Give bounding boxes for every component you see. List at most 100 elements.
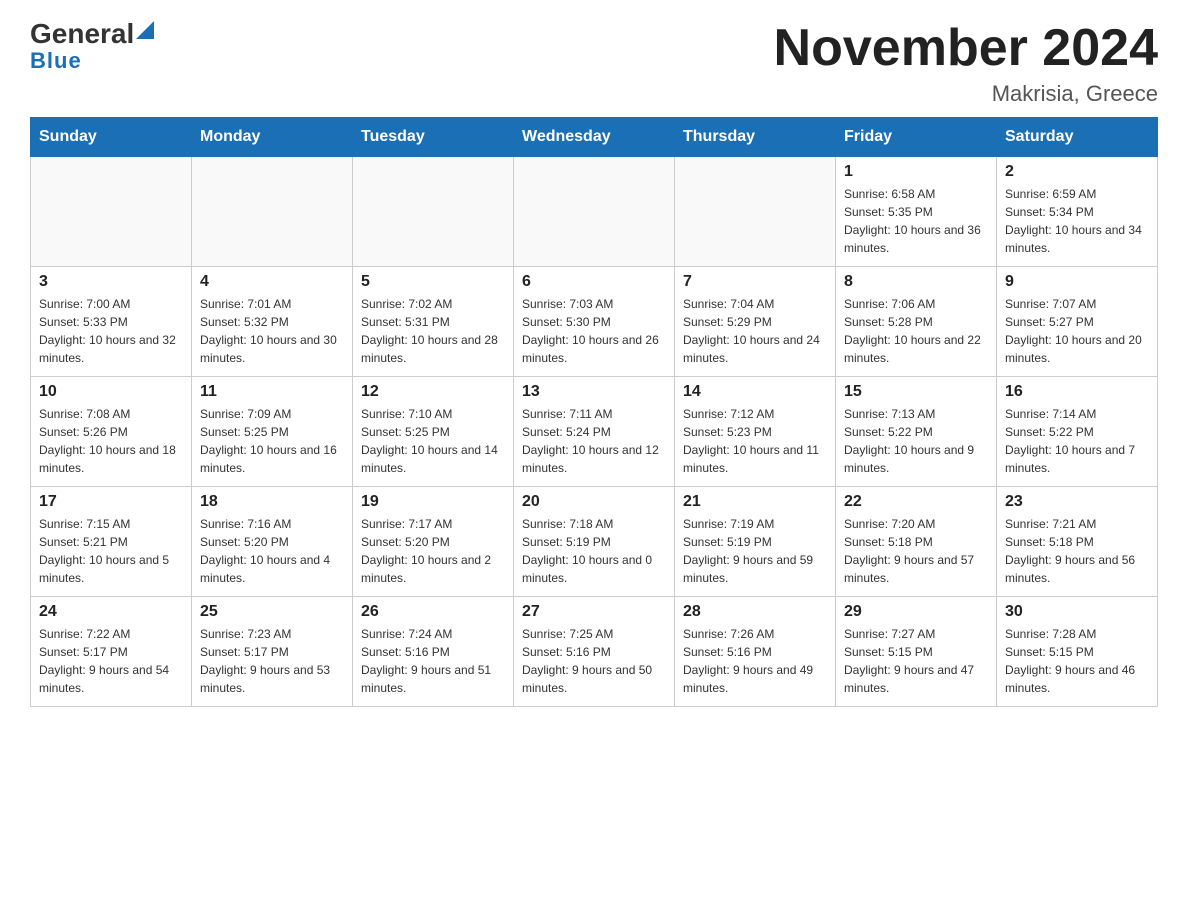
day-info: Sunrise: 6:58 AMSunset: 5:35 PMDaylight:… xyxy=(844,185,988,257)
day-number: 17 xyxy=(39,493,183,511)
day-info: Sunrise: 7:24 AMSunset: 5:16 PMDaylight:… xyxy=(361,625,505,697)
calendar-cell: 1 Sunrise: 6:58 AMSunset: 5:35 PMDaylight… xyxy=(836,157,997,267)
day-number: 1 xyxy=(844,163,988,181)
day-info: Sunrise: 7:13 AMSunset: 5:22 PMDaylight:… xyxy=(844,405,988,477)
day-of-week-friday: Friday xyxy=(836,118,997,157)
calendar-cell xyxy=(675,157,836,267)
calendar-header-row: SundayMondayTuesdayWednesdayThursdayFrid… xyxy=(31,118,1158,157)
day-number: 21 xyxy=(683,493,827,511)
calendar-cell xyxy=(192,157,353,267)
calendar-cell: 11 Sunrise: 7:09 AMSunset: 5:25 PMDayligh… xyxy=(192,377,353,487)
calendar-cell: 24Sunrise: 7:22 AMSunset: 5:17 PMDayligh… xyxy=(31,597,192,707)
day-info: Sunrise: 7:02 AMSunset: 5:31 PMDaylight:… xyxy=(361,295,505,367)
calendar-cell: 22 Sunrise: 7:20 AMSunset: 5:18 PMDayligh… xyxy=(836,487,997,597)
calendar-cell: 3 Sunrise: 7:00 AMSunset: 5:33 PMDaylight… xyxy=(31,267,192,377)
day-number: 12 xyxy=(361,383,505,401)
day-number: 26 xyxy=(361,603,505,621)
calendar-cell: 23 Sunrise: 7:21 AMSunset: 5:18 PMDayligh… xyxy=(997,487,1158,597)
day-info: Sunrise: 7:20 AMSunset: 5:18 PMDaylight:… xyxy=(844,515,988,587)
day-info: Sunrise: 7:15 AMSunset: 5:21 PMDaylight:… xyxy=(39,515,183,587)
day-info: Sunrise: 7:01 AMSunset: 5:32 PMDaylight:… xyxy=(200,295,344,367)
day-number: 11 xyxy=(200,383,344,401)
day-number: 20 xyxy=(522,493,666,511)
week-row-3: 10Sunrise: 7:08 AMSunset: 5:26 PMDayligh… xyxy=(31,377,1158,487)
day-number: 30 xyxy=(1005,603,1149,621)
day-info: Sunrise: 7:07 AMSunset: 5:27 PMDaylight:… xyxy=(1005,295,1149,367)
calendar-table: SundayMondayTuesdayWednesdayThursdayFrid… xyxy=(30,117,1158,707)
day-number: 16 xyxy=(1005,383,1149,401)
calendar-cell: 5 Sunrise: 7:02 AMSunset: 5:31 PMDaylight… xyxy=(353,267,514,377)
day-info: Sunrise: 7:10 AMSunset: 5:25 PMDaylight:… xyxy=(361,405,505,477)
day-info: Sunrise: 7:18 AMSunset: 5:19 PMDaylight:… xyxy=(522,515,666,587)
day-info: Sunrise: 7:11 AMSunset: 5:24 PMDaylight:… xyxy=(522,405,666,477)
day-info: Sunrise: 7:09 AMSunset: 5:25 PMDaylight:… xyxy=(200,405,344,477)
week-row-2: 3 Sunrise: 7:00 AMSunset: 5:33 PMDaylight… xyxy=(31,267,1158,377)
day-info: Sunrise: 7:27 AMSunset: 5:15 PMDaylight:… xyxy=(844,625,988,697)
day-of-week-tuesday: Tuesday xyxy=(353,118,514,157)
day-info: Sunrise: 7:14 AMSunset: 5:22 PMDaylight:… xyxy=(1005,405,1149,477)
logo-general: General xyxy=(30,20,134,48)
day-info: Sunrise: 7:03 AMSunset: 5:30 PMDaylight:… xyxy=(522,295,666,367)
day-info: Sunrise: 7:17 AMSunset: 5:20 PMDaylight:… xyxy=(361,515,505,587)
calendar-cell: 30 Sunrise: 7:28 AMSunset: 5:15 PMDayligh… xyxy=(997,597,1158,707)
calendar-cell: 17 Sunrise: 7:15 AMSunset: 5:21 PMDayligh… xyxy=(31,487,192,597)
day-of-week-saturday: Saturday xyxy=(997,118,1158,157)
day-info: Sunrise: 7:21 AMSunset: 5:18 PMDaylight:… xyxy=(1005,515,1149,587)
day-number: 25 xyxy=(200,603,344,621)
day-of-week-wednesday: Wednesday xyxy=(514,118,675,157)
day-number: 4 xyxy=(200,273,344,291)
calendar-cell: 29 Sunrise: 7:27 AMSunset: 5:15 PMDayligh… xyxy=(836,597,997,707)
logo: General Blue xyxy=(30,20,154,74)
day-info: Sunrise: 7:04 AMSunset: 5:29 PMDaylight:… xyxy=(683,295,827,367)
day-info: Sunrise: 7:00 AMSunset: 5:33 PMDaylight:… xyxy=(39,295,183,367)
calendar-cell: 19Sunrise: 7:17 AMSunset: 5:20 PMDayligh… xyxy=(353,487,514,597)
day-info: Sunrise: 7:26 AMSunset: 5:16 PMDaylight:… xyxy=(683,625,827,697)
calendar-cell: 6 Sunrise: 7:03 AMSunset: 5:30 PMDaylight… xyxy=(514,267,675,377)
day-info: Sunrise: 7:22 AMSunset: 5:17 PMDaylight:… xyxy=(39,625,183,697)
calendar-cell: 26 Sunrise: 7:24 AMSunset: 5:16 PMDayligh… xyxy=(353,597,514,707)
day-number: 18 xyxy=(200,493,344,511)
logo-triangle-icon xyxy=(136,21,154,39)
page-header: General Blue November 2024 Makrisia, Gre… xyxy=(30,20,1158,107)
week-row-5: 24Sunrise: 7:22 AMSunset: 5:17 PMDayligh… xyxy=(31,597,1158,707)
calendar-cell xyxy=(353,157,514,267)
calendar-cell: 14Sunrise: 7:12 AMSunset: 5:23 PMDayligh… xyxy=(675,377,836,487)
calendar-cell: 15 Sunrise: 7:13 AMSunset: 5:22 PMDayligh… xyxy=(836,377,997,487)
day-of-week-thursday: Thursday xyxy=(675,118,836,157)
day-number: 23 xyxy=(1005,493,1149,511)
day-number: 28 xyxy=(683,603,827,621)
month-title: November 2024 xyxy=(774,20,1158,77)
calendar-cell: 4 Sunrise: 7:01 AMSunset: 5:32 PMDaylight… xyxy=(192,267,353,377)
calendar-cell: 9Sunrise: 7:07 AMSunset: 5:27 PMDaylight… xyxy=(997,267,1158,377)
day-of-week-monday: Monday xyxy=(192,118,353,157)
week-row-4: 17 Sunrise: 7:15 AMSunset: 5:21 PMDayligh… xyxy=(31,487,1158,597)
day-number: 15 xyxy=(844,383,988,401)
calendar-cell: 10Sunrise: 7:08 AMSunset: 5:26 PMDayligh… xyxy=(31,377,192,487)
calendar-cell: 8Sunrise: 7:06 AMSunset: 5:28 PMDaylight… xyxy=(836,267,997,377)
day-number: 22 xyxy=(844,493,988,511)
day-number: 6 xyxy=(522,273,666,291)
day-number: 27 xyxy=(522,603,666,621)
day-info: Sunrise: 7:25 AMSunset: 5:16 PMDaylight:… xyxy=(522,625,666,697)
day-number: 13 xyxy=(522,383,666,401)
day-number: 10 xyxy=(39,383,183,401)
calendar-cell: 28 Sunrise: 7:26 AMSunset: 5:16 PMDayligh… xyxy=(675,597,836,707)
day-number: 8 xyxy=(844,273,988,291)
calendar-cell xyxy=(514,157,675,267)
day-info: Sunrise: 7:28 AMSunset: 5:15 PMDaylight:… xyxy=(1005,625,1149,697)
day-info: Sunrise: 6:59 AMSunset: 5:34 PMDaylight:… xyxy=(1005,185,1149,257)
calendar-cell: 13 Sunrise: 7:11 AMSunset: 5:24 PMDayligh… xyxy=(514,377,675,487)
calendar-cell: 12 Sunrise: 7:10 AMSunset: 5:25 PMDayligh… xyxy=(353,377,514,487)
calendar-cell xyxy=(31,157,192,267)
day-number: 3 xyxy=(39,273,183,291)
day-info: Sunrise: 7:19 AMSunset: 5:19 PMDaylight:… xyxy=(683,515,827,587)
title-area: November 2024 Makrisia, Greece xyxy=(774,20,1158,107)
day-number: 29 xyxy=(844,603,988,621)
calendar-cell: 7Sunrise: 7:04 AMSunset: 5:29 PMDaylight… xyxy=(675,267,836,377)
calendar-cell: 21 Sunrise: 7:19 AMSunset: 5:19 PMDayligh… xyxy=(675,487,836,597)
calendar-cell: 25 Sunrise: 7:23 AMSunset: 5:17 PMDayligh… xyxy=(192,597,353,707)
day-info: Sunrise: 7:23 AMSunset: 5:17 PMDaylight:… xyxy=(200,625,344,697)
day-number: 5 xyxy=(361,273,505,291)
calendar-cell: 16 Sunrise: 7:14 AMSunset: 5:22 PMDayligh… xyxy=(997,377,1158,487)
week-row-1: 1 Sunrise: 6:58 AMSunset: 5:35 PMDaylight… xyxy=(31,157,1158,267)
